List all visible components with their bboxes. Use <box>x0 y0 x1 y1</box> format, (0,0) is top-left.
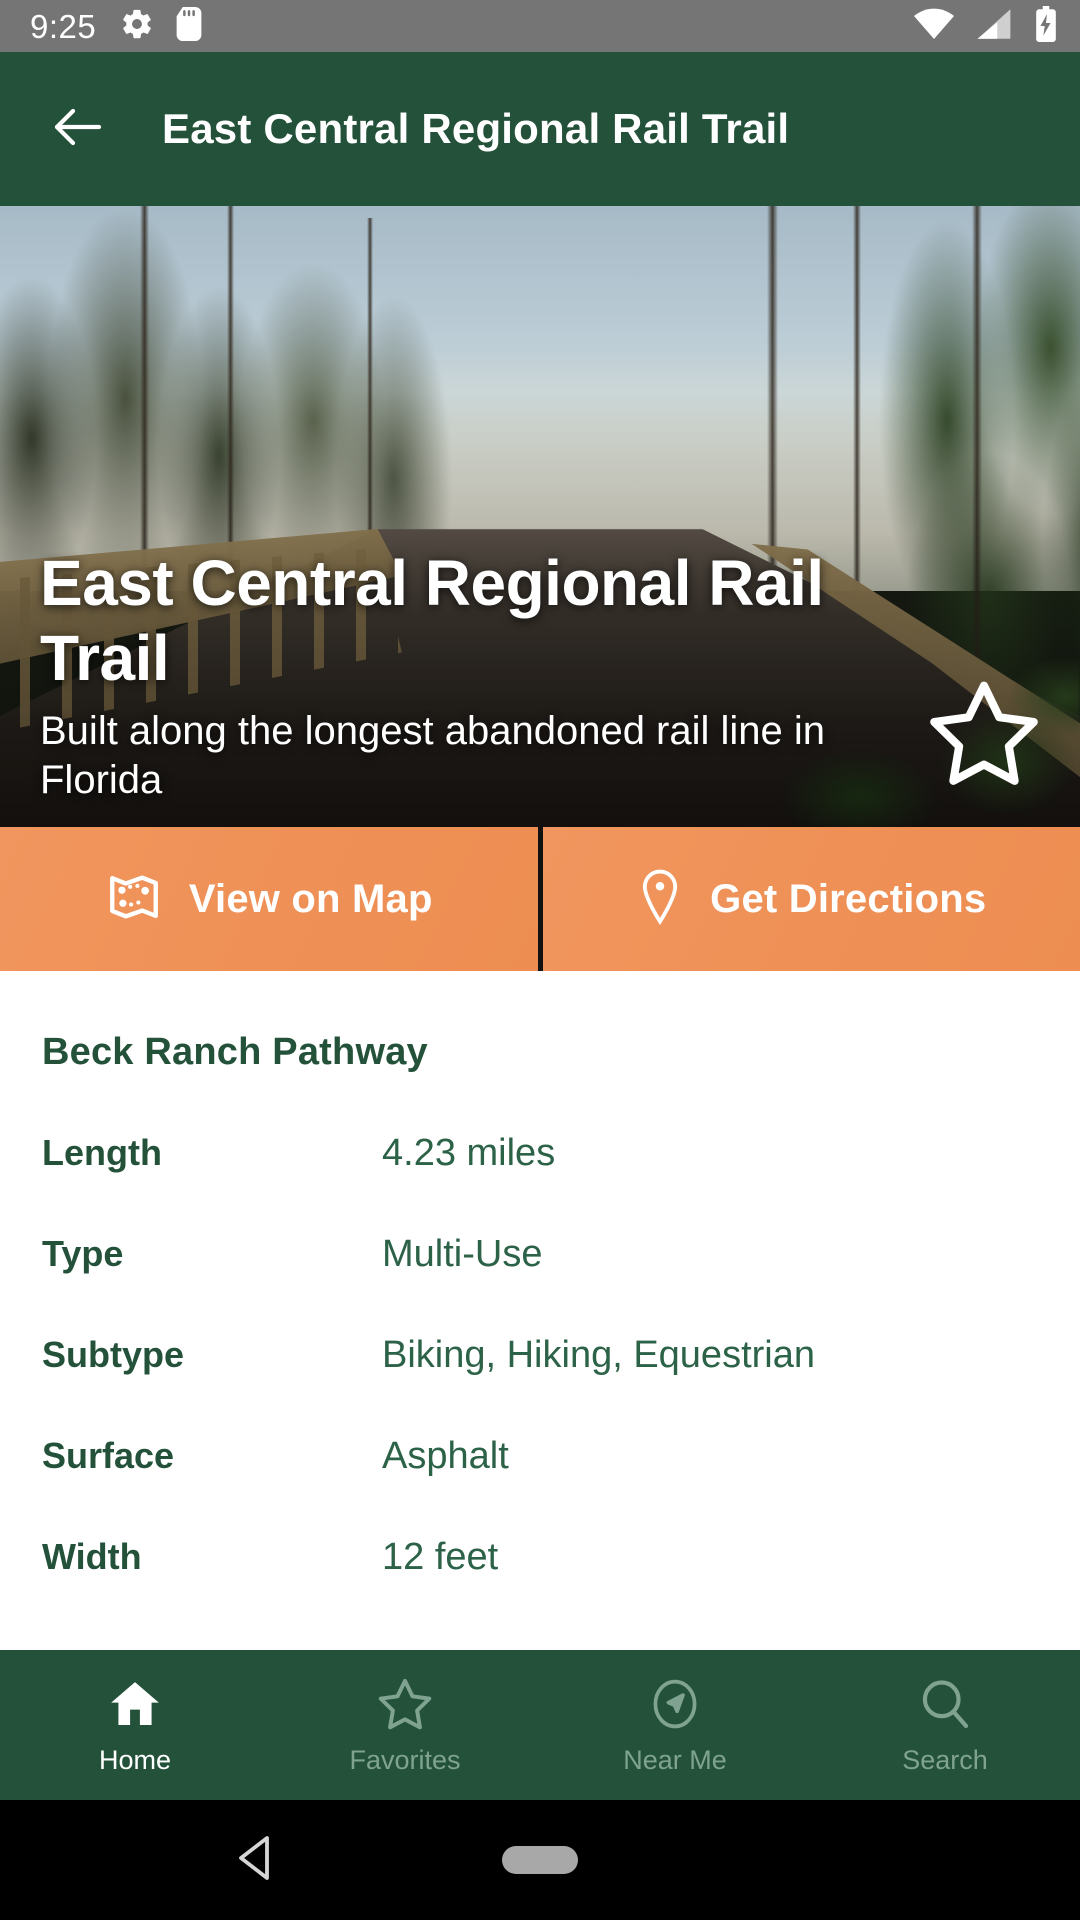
home-icon <box>107 1676 163 1737</box>
magnifier-icon <box>917 1676 973 1737</box>
spec-value-width: 12 feet <box>382 1536 499 1578</box>
app-screen: 9:25 East Central Regional Rail Trail Ea… <box>0 0 1080 1920</box>
cellular-signal-icon <box>976 8 1012 45</box>
status-bar: 9:25 <box>0 0 1080 52</box>
spec-value-length: 4.23 miles <box>382 1132 556 1174</box>
table-row: Length 4.23 miles <box>42 1132 1038 1175</box>
spec-value-subtype: Biking, Hiking, Equestrian <box>382 1334 815 1376</box>
gear-icon <box>120 7 154 46</box>
view-on-map-label: View on Map <box>188 876 433 921</box>
view-on-map-button[interactable]: View on Map <box>0 827 538 971</box>
nav-label-search: Search <box>902 1745 988 1775</box>
hero-subtitle: Built along the longest abandoned rail l… <box>40 709 826 803</box>
bottom-navigation-bar: Home Favorites Near Me Search <box>0 1650 1080 1800</box>
spec-key-type: Type <box>42 1233 124 1274</box>
app-bar: East Central Regional Rail Trail <box>0 52 1080 206</box>
triangle-back-icon[interactable] <box>235 1834 279 1887</box>
spec-key-subtype: Subtype <box>42 1334 185 1375</box>
table-row: Width 12 feet <box>42 1536 1038 1579</box>
sd-card-icon <box>176 6 202 46</box>
nav-item-favorites[interactable]: Favorites <box>270 1676 540 1774</box>
star-outline-icon <box>377 1676 433 1737</box>
wifi-icon <box>914 8 954 45</box>
get-directions-label: Get Directions <box>710 876 987 921</box>
star-outline-icon <box>926 681 1042 792</box>
spec-key-surface: Surface <box>42 1435 175 1476</box>
map-pin-icon <box>636 868 684 931</box>
spec-value-surface: Asphalt <box>382 1435 509 1477</box>
action-bar: View on Map Get Directions <box>0 827 1080 971</box>
back-button[interactable] <box>44 94 114 164</box>
arrow-left-icon <box>51 103 107 156</box>
page-title: East Central Regional Rail Trail <box>162 105 790 152</box>
nav-label-near-me: Near Me <box>623 1745 727 1775</box>
battery-charging-icon <box>1034 5 1058 47</box>
table-row: Subtype Biking, Hiking, Equestrian <box>42 1334 1038 1377</box>
spec-key-width: Width <box>42 1536 142 1577</box>
hero-text-block: East Central Regional Rail Trail Built a… <box>40 546 880 805</box>
nav-item-search[interactable]: Search <box>810 1676 1080 1774</box>
hero-title: East Central Regional Rail Trail <box>40 546 824 694</box>
nav-item-near-me[interactable]: Near Me <box>540 1676 810 1774</box>
navigation-compass-icon <box>647 1676 703 1737</box>
status-bar-clock: 9:25 <box>30 7 97 45</box>
system-navigation-bar <box>0 1800 1080 1920</box>
pill-home-icon[interactable] <box>502 1846 578 1874</box>
hero-banner: East Central Regional Rail Trail Built a… <box>0 206 1080 827</box>
section-title: Beck Ranch Pathway <box>42 1031 428 1073</box>
spec-value-type: Multi-Use <box>382 1233 543 1275</box>
nav-label-home: Home <box>98 1745 172 1775</box>
trail-details-panel[interactable]: Beck Ranch Pathway Length 4.23 miles Typ… <box>0 971 1080 1671</box>
table-row: Surface Asphalt <box>42 1435 1038 1478</box>
get-directions-button[interactable]: Get Directions <box>537 827 1080 971</box>
spec-key-length: Length <box>42 1132 162 1173</box>
favorite-toggle-button[interactable] <box>926 678 1042 793</box>
map-icon <box>105 868 163 931</box>
nav-label-favorites: Favorites <box>349 1745 461 1775</box>
nav-item-home[interactable]: Home <box>0 1676 270 1774</box>
table-row: Type Multi-Use <box>42 1233 1038 1276</box>
